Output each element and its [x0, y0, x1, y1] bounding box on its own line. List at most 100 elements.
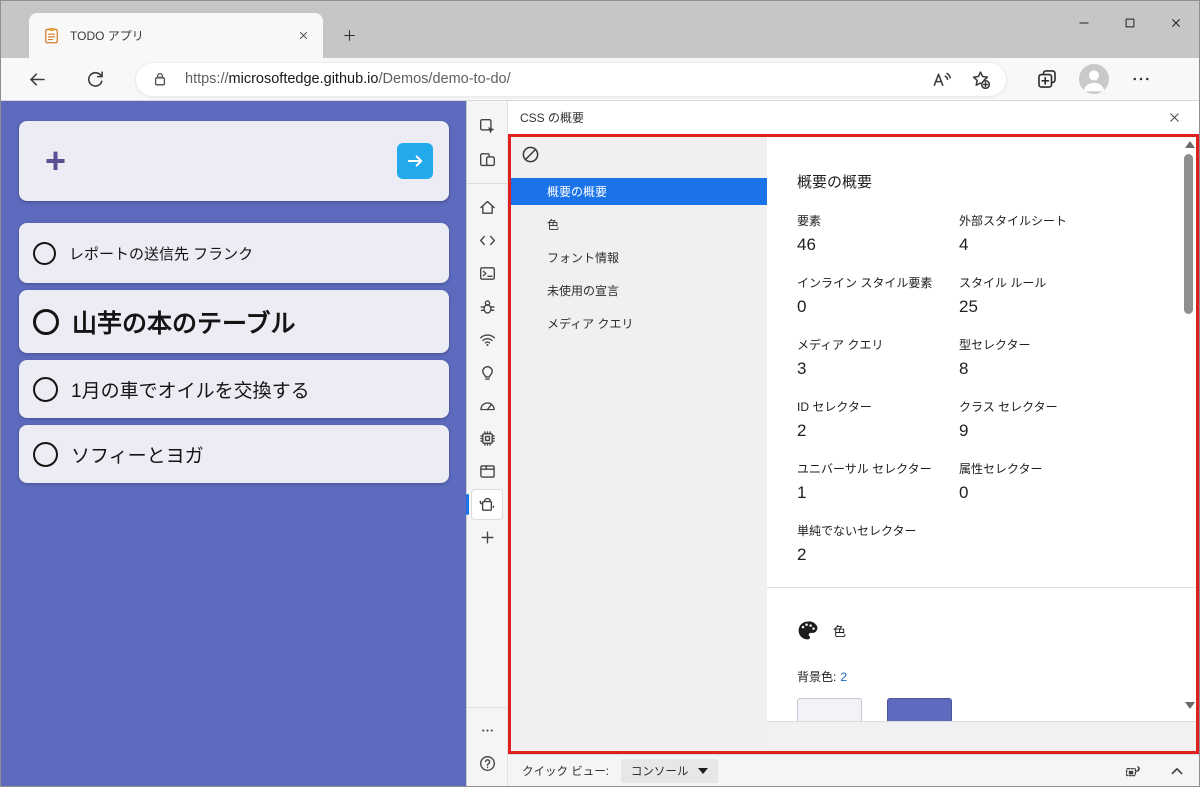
todo-app-favicon [43, 27, 60, 44]
background-colors-label: 背景色: [797, 670, 837, 684]
highlight-rectangle: 概要の概要色フォント情報 未使用の宣言 メディア クエリ 概要の概要 要素 46 外… [508, 134, 1199, 754]
inspect-icon [479, 118, 496, 135]
performance-icon [479, 397, 496, 414]
todo-checkbox-icon[interactable] [33, 308, 59, 335]
quick-view-dropdown[interactable]: コンソール [620, 758, 719, 783]
devtools-close-icon[interactable] [1161, 105, 1187, 131]
home-icon [479, 199, 496, 216]
device-emulation-icon [479, 151, 496, 168]
url-host: microsoftedge.github.io [228, 71, 379, 87]
network-icon [479, 331, 496, 348]
collections-icon[interactable] [1037, 69, 1057, 89]
tab-close-icon[interactable] [291, 24, 315, 48]
background-colors-count[interactable]: 2 [840, 670, 847, 684]
quick-view-selected: コンソール [630, 765, 689, 778]
stat-value: 0 [959, 483, 969, 502]
url-path: /Demos/demo-to-do/ [378, 71, 511, 87]
todo-list: レポートの送信先 フランク 山芋の本のテーブル 1月の車でオイルを交換する ソフ… [19, 223, 449, 483]
colors-section-title: 色 [833, 624, 847, 639]
address-bar[interactable]: https://microsoftedge.github.io/Demos/de… [135, 61, 1007, 97]
css-overview-nav-item[interactable]: メディア クエリ [511, 310, 767, 337]
todo-checkbox-icon[interactable] [33, 376, 58, 402]
issues-icon [479, 364, 496, 381]
stat-block: クラス セレクター 9 [959, 398, 1196, 441]
stat-value: 25 [959, 297, 978, 316]
todo-item-label: ソフィーとヨガ [71, 445, 204, 467]
stat-label: 単純でないセレクター [797, 524, 917, 538]
stat-block: 属性セレクター 0 [959, 460, 1196, 503]
profile-avatar[interactable] [1079, 64, 1109, 94]
url-text: https://microsoftedge.github.io/Demos/de… [185, 71, 511, 87]
stat-value: 0 [797, 297, 807, 316]
stat-label: クラス セレクター [959, 400, 1058, 414]
close-window-button[interactable] [1153, 1, 1199, 45]
stat-label: ユニバーサル セレクター [797, 462, 932, 476]
devtools-panel-title: CSS の概要 [520, 111, 585, 125]
stat-label: 型セレクター [959, 338, 1031, 352]
quick-view-bar: クイック ビュー: コンソール [508, 754, 1199, 786]
css-overview-nav-item[interactable]: フォント情報 [511, 244, 767, 271]
stat-value: 4 [959, 235, 969, 254]
caret-down-icon [698, 767, 709, 774]
todo-item[interactable]: ソフィーとヨガ [19, 425, 449, 483]
browser-toolbar: https://microsoftedge.github.io/Demos/de… [1, 58, 1199, 101]
browser-window: TODO アプリ https://microsoftedge.github.io… [0, 0, 1200, 787]
settings-menu-icon[interactable] [1131, 69, 1151, 89]
read-aloud-icon[interactable] [932, 70, 951, 89]
css-overview-nav-item[interactable]: 未使用の宣言 [511, 277, 767, 304]
next-section-strip [767, 721, 1196, 751]
todo-item[interactable]: 1月の車でオイルを交換する [19, 360, 449, 418]
stat-value: 2 [797, 421, 807, 440]
window-controls [1061, 1, 1199, 45]
stat-block: ID セレクター 2 [797, 398, 959, 441]
minimize-button[interactable] [1061, 1, 1107, 45]
new-tab-button[interactable] [335, 21, 363, 49]
todo-app: + レポートの送信先 フランク 山芋の本のテーブル 1月の車でオイルを交換する [1, 101, 466, 786]
stat-block: ユニバーサル セレクター 1 [797, 460, 959, 503]
todo-checkbox-icon[interactable] [33, 441, 58, 467]
palette-icon [797, 620, 818, 641]
scroll-down-icon[interactable] [1185, 702, 1195, 709]
stat-value: 8 [959, 359, 969, 378]
stat-block: スタイル ルール 25 [959, 274, 1196, 317]
elements-icon [479, 232, 496, 249]
css-overview-sidebar: 概要の概要色フォント情報 未使用の宣言 メディア クエリ [511, 137, 767, 751]
submit-task-button[interactable] [397, 143, 433, 179]
scroll-up-icon[interactable] [1185, 141, 1195, 148]
lock-icon[interactable] [152, 71, 168, 87]
url-scheme: https:// [185, 71, 229, 87]
devtools-panel: CSS の概要 概要の概要色フォント情報 未使用の宣言 メディア クエリ 概要の概要 [466, 101, 1199, 786]
maximize-button[interactable] [1107, 1, 1153, 45]
css-overview-content: 概要の概要 要素 46 外部スタイルシート 4 インライン スタイル要素 0 ス… [767, 137, 1196, 751]
quick-view-label: クイック ビュー: [522, 765, 609, 778]
content-scrollbar[interactable] [1182, 139, 1195, 711]
stat-block: メディア クエリ 3 [797, 336, 959, 379]
stat-block: インライン スタイル要素 0 [797, 274, 959, 317]
application-icon [479, 463, 496, 480]
devtools-activity-bar [466, 101, 508, 786]
stat-label: スタイル ルール [959, 276, 1047, 290]
restore-quick-view-icon[interactable] [1125, 763, 1141, 779]
new-task-input[interactable]: + [19, 121, 449, 201]
refresh-button[interactable] [79, 63, 111, 95]
todo-checkbox-icon[interactable] [33, 241, 56, 265]
todo-item[interactable]: レポートの送信先 フランク [19, 223, 449, 283]
css-overview-icon [479, 496, 496, 513]
expand-quick-view-icon[interactable] [1169, 763, 1185, 779]
todo-item[interactable]: 山芋の本のテーブル [19, 290, 449, 353]
css-overview-nav-item[interactable]: 色 [511, 211, 767, 238]
add-favorite-icon[interactable] [971, 70, 991, 89]
scrollbar-thumb[interactable] [1184, 154, 1193, 314]
stat-block: 単純でないセレクター 2 [797, 522, 959, 565]
tab-strip: TODO アプリ [1, 1, 1199, 58]
stat-label: ID セレクター [797, 400, 872, 414]
clear-overview-icon[interactable] [521, 145, 540, 164]
stat-label: メディア クエリ [797, 338, 884, 352]
section-divider [767, 587, 1196, 588]
stat-value: 46 [797, 235, 816, 254]
browser-tab[interactable]: TODO アプリ [29, 13, 323, 58]
css-overview-nav-item[interactable]: 概要の概要 [511, 178, 767, 205]
stat-block: 型セレクター 8 [959, 336, 1196, 379]
back-button[interactable] [21, 63, 53, 95]
help-icon [479, 755, 496, 772]
